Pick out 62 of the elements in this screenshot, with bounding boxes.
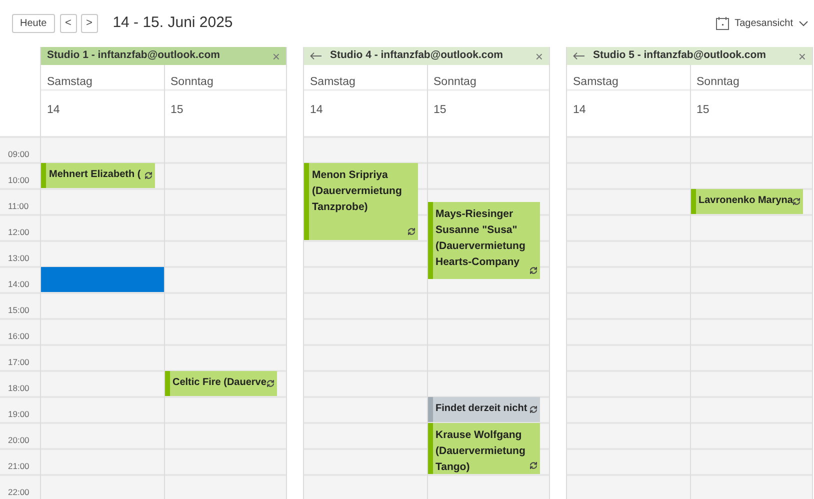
- day-column-grid[interactable]: Mehnert Elizabeth (: [41, 136, 164, 499]
- day-column-grid[interactable]: Celtic Fire (Dauerve: [164, 136, 286, 499]
- time-label: 12:00: [8, 227, 30, 237]
- today-button[interactable]: Heute: [12, 14, 55, 33]
- calendar-event[interactable]: Mays-Riesinger Susanne "Susa" (Dauervermietung Hearts-Company: [428, 202, 540, 279]
- time-label: 13:00: [8, 253, 30, 263]
- previous-button[interactable]: <: [60, 14, 77, 33]
- date-label: 15: [434, 104, 446, 116]
- date-range-title: 14 - 15. Juni 2025: [112, 13, 233, 34]
- date-label: 15: [696, 104, 710, 116]
- calendar-icon: [716, 17, 729, 30]
- day-column-grid[interactable]: Menon Sripriya (Dauervermietung Tanzprobe): [304, 136, 426, 499]
- calendar-event[interactable]: Lavronenko Maryna: [690, 189, 803, 214]
- calendar-header[interactable]: Studio 1 - inftanzfab@outlook.com ×: [41, 47, 286, 65]
- time-label: 15:00: [8, 305, 30, 315]
- back-arrow-icon[interactable]: [310, 52, 322, 60]
- date-label: 15: [170, 104, 184, 116]
- time-label: 20:00: [8, 435, 30, 445]
- time-label: 19:00: [8, 409, 30, 419]
- calendar-event[interactable]: Mehnert Elizabeth (: [41, 163, 154, 188]
- event-title: Findet derzeit nicht: [436, 402, 528, 416]
- weekday-label: Samstag: [47, 76, 92, 88]
- event-title: Celtic Fire (Dauerve: [172, 376, 266, 390]
- day-column-grid[interactable]: Lavronenko Maryna: [690, 136, 812, 499]
- calendar-header[interactable]: Studio 5 - inftanzfab@outlook.com ×: [567, 47, 812, 65]
- weekday-label: Samstag: [573, 76, 618, 88]
- close-icon[interactable]: ×: [798, 50, 806, 62]
- date-label: 14: [310, 104, 323, 116]
- calendar-event[interactable]: Findet derzeit nicht: [428, 397, 540, 422]
- time-label: 09:00: [8, 149, 30, 159]
- time-label: 18:00: [8, 383, 30, 393]
- weekday-label: Sonntag: [434, 76, 476, 88]
- calendar-title: Studio 4 - inftanzfab@outlook.com: [330, 48, 504, 64]
- weekday-label: Sonntag: [170, 76, 214, 88]
- event-title: Mays-Riesinger Susanne "Susa" (Dauervermietung Hearts-Company: [436, 207, 526, 270]
- chevron-down-icon: [799, 20, 808, 26]
- calendar-event[interactable]: Menon Sripriya (Dauervermietung Tanzprobe): [304, 163, 418, 240]
- close-icon[interactable]: ×: [535, 50, 543, 62]
- date-label: 14: [573, 104, 586, 116]
- back-arrow-icon[interactable]: [573, 52, 585, 60]
- weekday-label: Samstag: [310, 76, 356, 88]
- view-menu[interactable]: Tagesansicht: [716, 16, 808, 31]
- time-label: 10:00: [8, 175, 30, 185]
- event-title: Menon Sripriya (Dauervermietung Tanzprobe): [312, 168, 403, 215]
- day-column-grid[interactable]: Mays-Riesinger Susanne "Susa" (Dauervermietung Hearts-Company Findet derzeit nicht Krause Wolfgang (Dauervermietung Tango): [428, 136, 549, 499]
- calendar-event[interactable]: Krause Wolfgang (Dauervermietung Tango): [428, 423, 540, 474]
- date-label: 14: [47, 104, 60, 116]
- calendar-header[interactable]: Studio 4 - inftanzfab@outlook.com ×: [304, 47, 549, 65]
- time-label: 17:00: [8, 357, 30, 367]
- time-label: 14:00: [8, 279, 30, 289]
- next-button[interactable]: >: [80, 14, 98, 33]
- calendar-title: Studio 1 - inftanzfab@outlook.com: [47, 48, 221, 64]
- event-title: Krause Wolfgang (Dauervermietung Tango): [436, 428, 526, 474]
- time-label: 21:00: [8, 461, 30, 471]
- event-title: Mehnert Elizabeth (: [49, 168, 141, 182]
- calendar-event[interactable]: Celtic Fire (Dauerve: [164, 371, 277, 396]
- event-title: Lavronenko Maryna: [698, 194, 793, 208]
- time-label: 11:00: [8, 201, 29, 211]
- time-label: 22:00: [8, 487, 30, 497]
- calendar-title: Studio 5 - inftanzfab@outlook.com: [593, 48, 767, 64]
- weekday-label: Sonntag: [696, 76, 740, 88]
- time-label: 16:00: [8, 331, 30, 341]
